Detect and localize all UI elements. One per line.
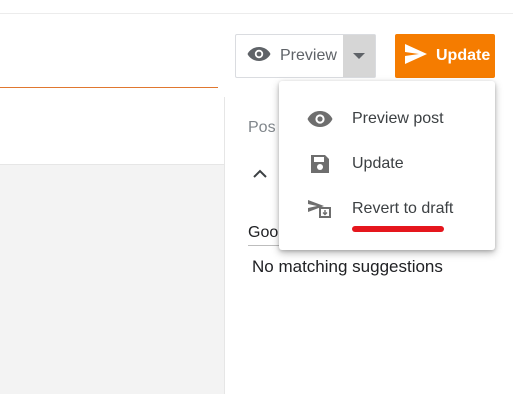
chevron-up-icon[interactable] [252, 166, 268, 184]
red-annotation-underline [352, 226, 444, 232]
save-icon [307, 152, 333, 176]
update-button[interactable]: Update [395, 34, 495, 78]
editor-area[interactable] [0, 164, 225, 394]
preview-button-label: Preview [280, 47, 337, 64]
preview-dropdown-menu: Preview post Update Revert to draft [279, 81, 495, 250]
menu-item-label: Revert to draft [352, 200, 454, 217]
preview-button[interactable]: Preview [236, 35, 343, 77]
eye-icon [247, 46, 271, 67]
title-underline [0, 87, 218, 88]
suggestion-text: No matching suggestions [252, 257, 443, 276]
sidebar-divider [224, 97, 225, 394]
send-icon [404, 43, 428, 70]
top-bar [0, 0, 513, 14]
caret-down-icon [353, 47, 365, 65]
menu-item-label: Update [352, 155, 404, 172]
eye-icon [307, 107, 333, 131]
preview-dropdown-toggle[interactable] [343, 35, 375, 77]
revert-draft-icon [307, 197, 333, 221]
menu-item-update[interactable]: Update [279, 142, 495, 186]
title-area [0, 88, 225, 164]
menu-item-preview-post[interactable]: Preview post [279, 97, 495, 141]
update-button-label: Update [436, 47, 491, 64]
preview-button-group[interactable]: Preview [235, 34, 376, 78]
menu-item-revert-to-draft[interactable]: Revert to draft [279, 187, 495, 231]
menu-item-label: Preview post [352, 110, 444, 127]
sidebar-section-header: Pos [248, 119, 276, 136]
